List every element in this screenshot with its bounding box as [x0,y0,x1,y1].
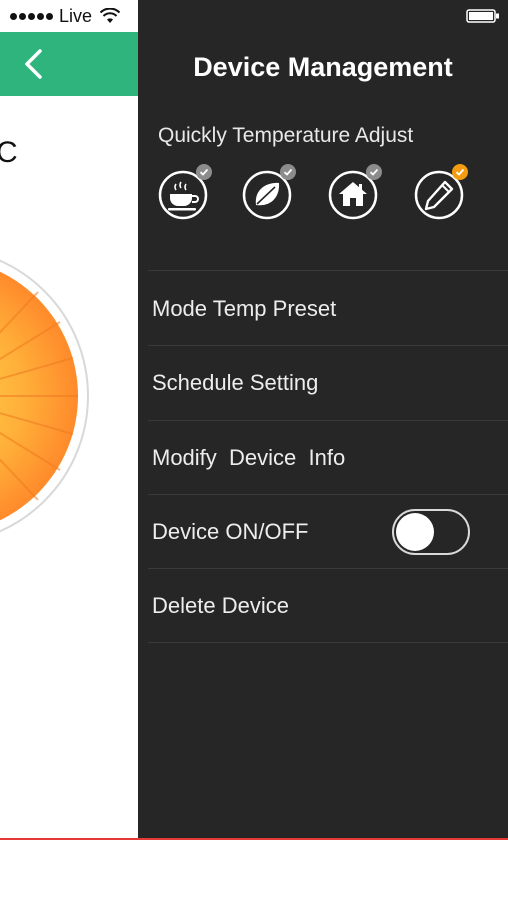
coffee-cup-icon[interactable] [158,164,212,220]
pencil-icon[interactable] [414,164,468,220]
carrier-name: Live [59,5,93,26]
device-management-drawer: Device Management Quickly Temperature Ad… [138,0,508,840]
thermostat-screen: Live C [0,0,138,840]
menu-item-label: Mode Temp Preset [152,296,337,321]
menu-item-label: Device ON/OFF [152,519,309,544]
menu-item-label: Delete Device [152,593,289,618]
menu-item-schedule-setting[interactable]: Schedule Setting [152,346,492,420]
device-power-toggle[interactable] [392,509,470,555]
house-icon[interactable] [328,164,382,220]
drawer-title: Device Management [193,52,453,82]
divider [148,642,508,643]
quick-adjust-icons [158,164,488,224]
menu-item-delete-device[interactable]: Delete Device [152,569,492,643]
divider [148,270,508,271]
wifi-icon [100,8,121,23]
chevron-left-icon[interactable] [22,48,44,80]
signal-strength-icon [10,12,53,20]
battery-icon [466,9,499,23]
menu-item-modify-device-info[interactable]: Modify Device Info [152,421,492,495]
selected-check-icon [366,164,382,180]
app-header [0,32,138,96]
status-bar-right [138,0,508,32]
quick-adjust-label: Quickly Temperature Adjust [158,124,414,147]
leaf-icon[interactable] [242,164,296,220]
active-check-icon [452,164,468,180]
bottom-bar [0,840,508,900]
thermostat-body: C [0,96,138,840]
menu-item-label: Modify Device Info [152,445,346,470]
toggle-knob [396,513,434,551]
menu-item-mode-temp-preset[interactable]: Mode Temp Preset [152,272,492,346]
selected-check-icon [280,164,296,180]
menu-item-label: Schedule Setting [152,370,319,395]
status-bar: Live [0,0,138,32]
selected-check-icon [196,164,212,180]
temperature-unit: C [0,136,18,169]
temperature-dial[interactable] [0,246,90,546]
